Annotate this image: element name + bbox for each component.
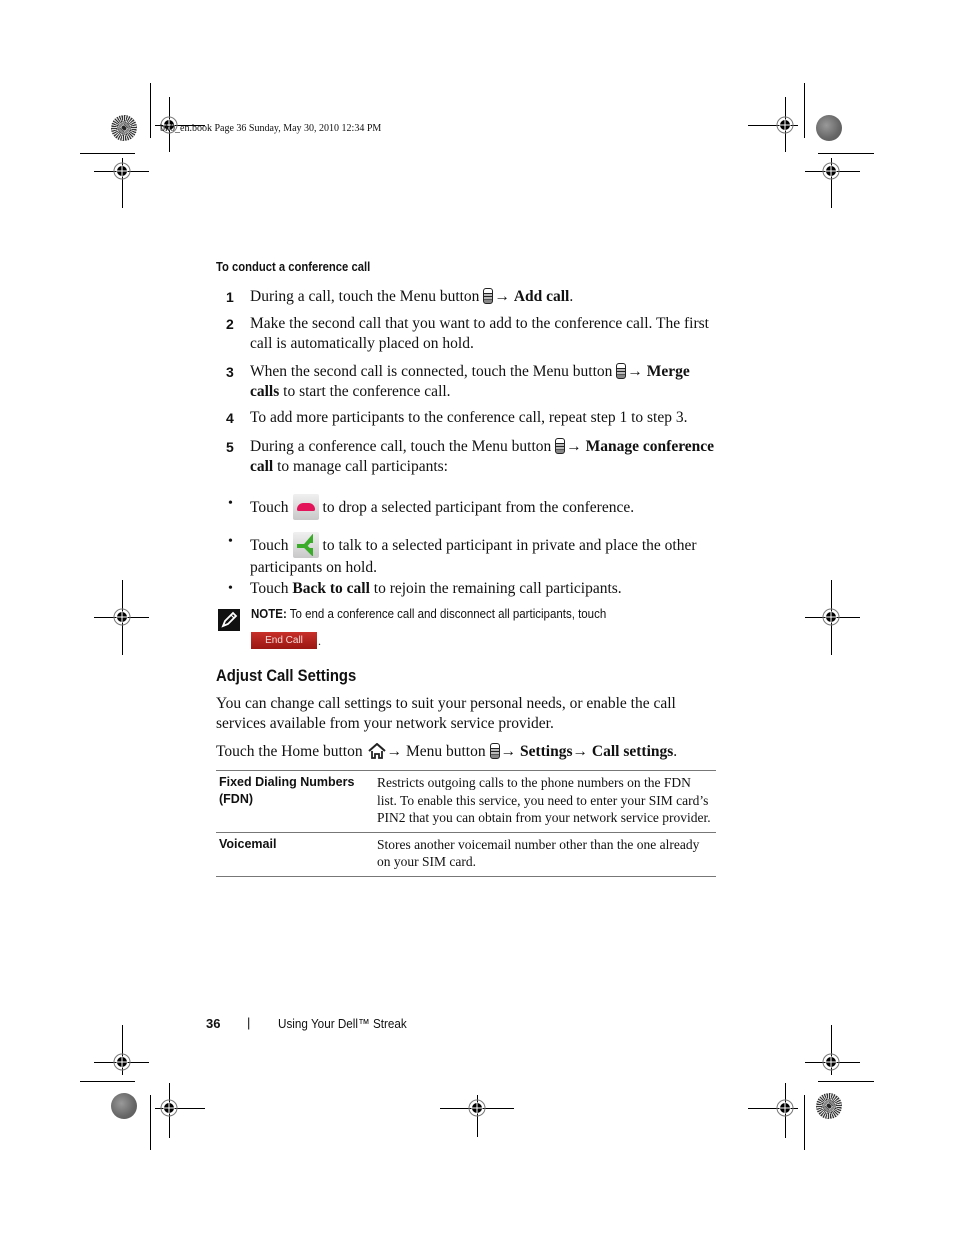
- registration-rosette-icon: [111, 115, 137, 141]
- crosshair-icon: [113, 162, 131, 180]
- crop-mark: [804, 83, 805, 138]
- step-number: 2: [226, 316, 234, 332]
- subheading: To conduct a conference call: [216, 260, 371, 274]
- footer-title: Using Your Dell™ Streak: [278, 1016, 407, 1031]
- crop-mark: [150, 1095, 151, 1150]
- crosshair-icon: [468, 1099, 486, 1117]
- crop-mark: [818, 1081, 874, 1082]
- crop-mark: [80, 1081, 135, 1082]
- menu-icon: [483, 288, 494, 304]
- registration-rosette-icon: [816, 1093, 842, 1119]
- setting-description: Restricts outgoing calls to the phone nu…: [377, 775, 711, 825]
- setting-name: Fixed Dialing Numbers (FDN): [219, 775, 355, 806]
- crosshair-icon: [822, 162, 840, 180]
- step-item: 3 When the second call is connected, tou…: [226, 363, 690, 400]
- setting-name: Voicemail: [219, 836, 277, 851]
- registration-rosette-icon: [111, 1093, 137, 1119]
- step-number: 1: [226, 289, 234, 305]
- crop-mark: [818, 153, 874, 154]
- call-settings-table: Fixed Dialing Numbers (FDN) Restricts ou…: [216, 770, 716, 877]
- end-call-button-image: End Call: [251, 632, 317, 649]
- section-intro: You can change call settings to suit you…: [216, 695, 676, 732]
- crosshair-icon: [822, 608, 840, 626]
- step-item: 5 During a conference call, touch the Me…: [226, 438, 715, 475]
- note-text: NOTE: To end a conference call and disco…: [251, 607, 607, 621]
- settings-path: Touch the Home button → Menu button → Sett…: [216, 743, 678, 760]
- crosshair-icon: [113, 608, 131, 626]
- bullet-item: • Touch Back to call to rejoin the remai…: [228, 580, 622, 597]
- crosshair-icon: [160, 1099, 178, 1117]
- bullet-item: • Touch to talk to a selected participant…: [228, 532, 697, 576]
- page-number: 36: [206, 1016, 221, 1031]
- step-item: 2 Make the second call that you want to …: [226, 315, 709, 352]
- crosshair-icon: [776, 116, 794, 134]
- step-number: 3: [226, 364, 234, 380]
- crosshair-icon: [776, 1099, 794, 1117]
- menu-icon: [489, 743, 500, 759]
- menu-icon: [616, 363, 627, 379]
- crop-mark: [150, 83, 151, 138]
- section-title: Adjust Call Settings: [216, 667, 357, 685]
- step-number: 4: [226, 410, 234, 426]
- crosshair-icon: [822, 1053, 840, 1071]
- table-row: Fixed Dialing Numbers (FDN) Restricts ou…: [216, 770, 716, 833]
- home-icon: [367, 743, 386, 759]
- crosshair-icon: [113, 1053, 131, 1071]
- print-header: bk0_en.book Page 36 Sunday, May 30, 2010…: [160, 123, 382, 134]
- drop-participant-icon: [292, 494, 319, 520]
- step-item: 4 To add more participants to the confer…: [226, 409, 688, 426]
- step-item: 1 During a call, touch the Menu button → …: [226, 288, 574, 305]
- footer-separator: |: [247, 1015, 251, 1030]
- setting-description: Stores another voicemail number other th…: [377, 836, 700, 870]
- table-row: Voicemail Stores another voicemail numbe…: [216, 832, 716, 876]
- crop-mark: [804, 1095, 805, 1150]
- note-pencil-icon: [218, 609, 240, 631]
- bullet-item: • Touch to drop a selected participant fr…: [216, 494, 716, 520]
- crop-mark: [80, 153, 135, 154]
- step-number: 5: [226, 439, 234, 455]
- private-call-icon: [292, 532, 319, 558]
- registration-rosette-icon: [816, 115, 842, 141]
- menu-icon: [555, 438, 566, 454]
